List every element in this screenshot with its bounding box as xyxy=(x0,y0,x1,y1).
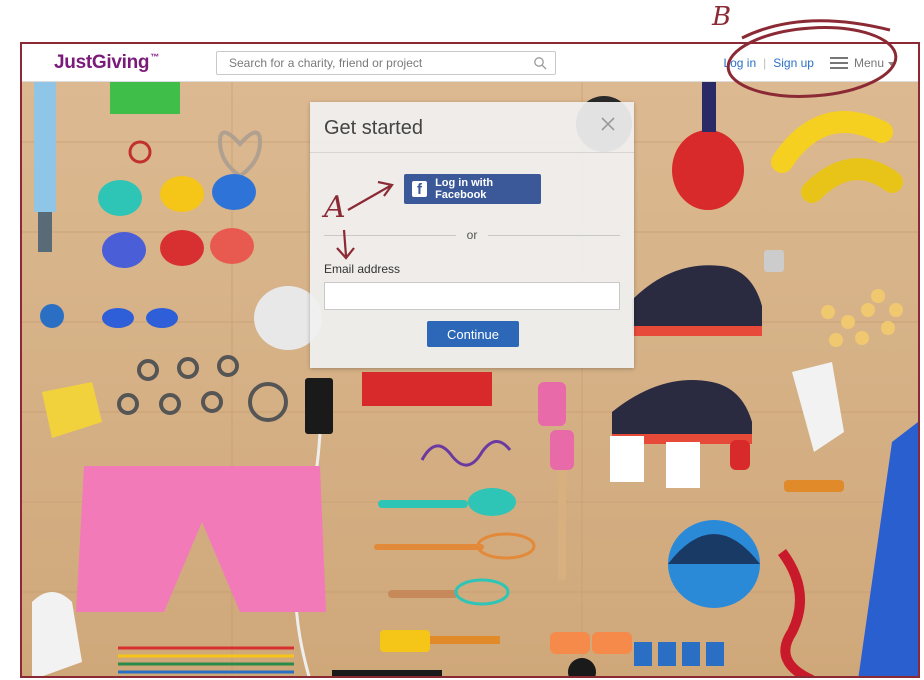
hamburger-icon xyxy=(829,57,848,69)
chevron-down-icon xyxy=(888,61,896,67)
menu-button[interactable]: Menu xyxy=(829,56,896,70)
search-input[interactable] xyxy=(217,52,529,74)
facebook-login-label: Log in with Facebook xyxy=(435,177,494,201)
screenshot-frame: JustGiving™ Log in | Sign up Menu xyxy=(20,42,920,678)
email-label: Email address xyxy=(324,262,401,276)
modal-header: Get started xyxy=(310,102,634,153)
signup-link[interactable]: Sign up xyxy=(773,56,814,70)
facebook-login-button[interactable]: f Log in with Facebook xyxy=(404,174,541,204)
continue-button[interactable]: Continue xyxy=(427,321,519,347)
search-box xyxy=(216,51,556,75)
account-nav: Log in | Sign up Menu xyxy=(723,56,896,70)
or-divider: or xyxy=(324,228,620,242)
email-field[interactable] xyxy=(324,282,620,310)
or-label: or xyxy=(466,228,478,242)
annotation-b-label: B xyxy=(712,2,732,32)
search-icon[interactable] xyxy=(533,56,547,70)
menu-label: Menu xyxy=(853,56,884,70)
login-link[interactable]: Log in xyxy=(723,56,756,70)
justgiving-logo[interactable]: JustGiving™ xyxy=(54,52,159,74)
divider-line-right xyxy=(488,235,620,236)
close-icon[interactable] xyxy=(598,114,618,134)
divider-line-left xyxy=(324,235,456,236)
modal-title: Get started xyxy=(324,117,423,139)
annotation-a-label: A xyxy=(324,190,346,225)
facebook-icon: f xyxy=(412,181,428,198)
nav-separator: | xyxy=(763,56,767,70)
get-started-modal: Get started f Log in with Facebook or Em… xyxy=(310,102,634,368)
top-navbar: JustGiving™ Log in | Sign up Menu xyxy=(22,44,918,82)
